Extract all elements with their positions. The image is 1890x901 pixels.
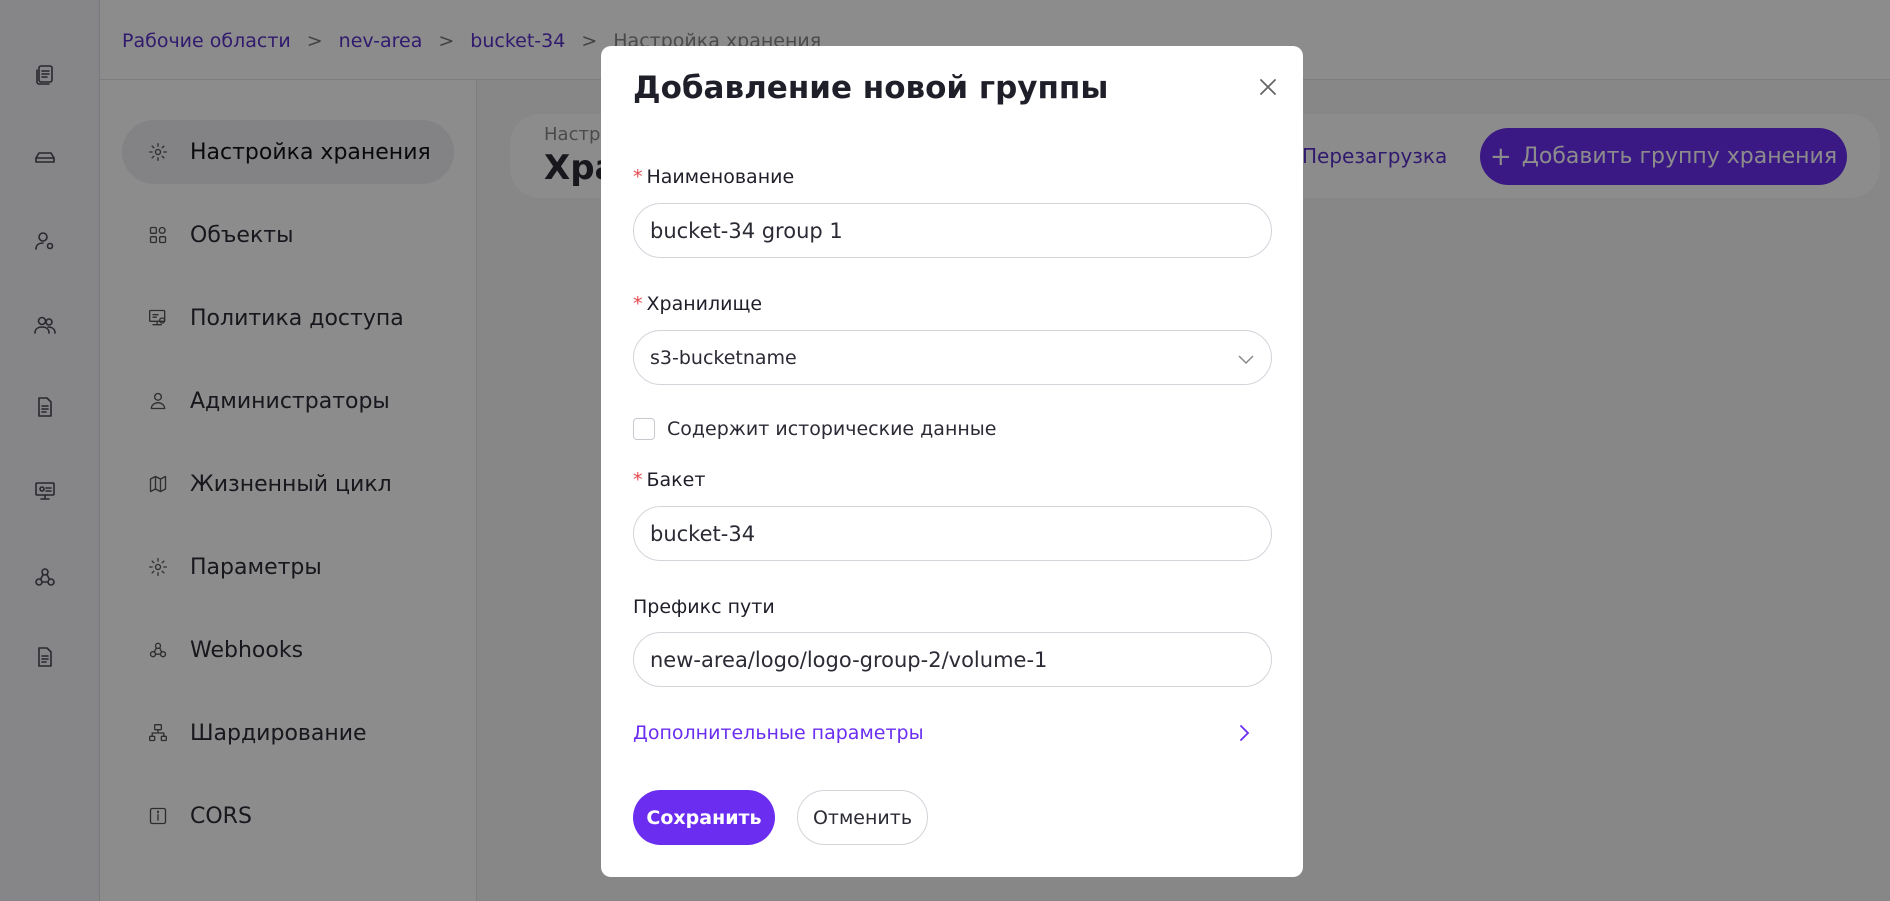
historical-data-checkbox-row[interactable]: Содержит исторические данные [633,418,996,440]
name-label-text: Наименование [646,166,795,188]
name-input[interactable] [633,203,1272,258]
chevron-right-icon [1240,725,1250,741]
storage-field-label: * Хранилище [633,293,762,315]
bucket-field-label: * Бакет [633,469,705,491]
required-marker: * [633,469,643,491]
storage-label-text: Хранилище [646,293,763,315]
advanced-parameters-toggle[interactable]: Дополнительные параметры [633,718,1253,748]
required-marker: * [633,293,643,315]
historical-data-checkbox[interactable] [633,418,655,440]
storage-select-value: s3-bucketname [650,346,797,369]
bucket-label-text: Бакет [646,469,706,491]
prefix-field-label: Префикс пути [633,596,775,618]
close-button[interactable] [1253,72,1283,102]
cancel-button[interactable]: Отменить [797,790,928,845]
path-prefix-input[interactable] [633,632,1272,687]
save-button[interactable]: Сохранить [633,790,775,845]
advanced-parameters-label: Дополнительные параметры [633,722,924,744]
storage-select[interactable]: s3-bucketname [633,330,1272,385]
prefix-label-text: Префикс пути [633,596,775,618]
chevron-down-icon [1238,355,1254,365]
required-marker: * [633,166,643,188]
dialog-title: Добавление новой группы [633,70,1109,106]
close-icon [1260,79,1276,95]
name-field-label: * Наименование [633,166,794,188]
historical-data-label: Содержит исторические данные [667,418,997,440]
add-group-dialog: Добавление новой группы *Наименование *Х… [601,46,1303,877]
bucket-input[interactable] [633,506,1272,561]
